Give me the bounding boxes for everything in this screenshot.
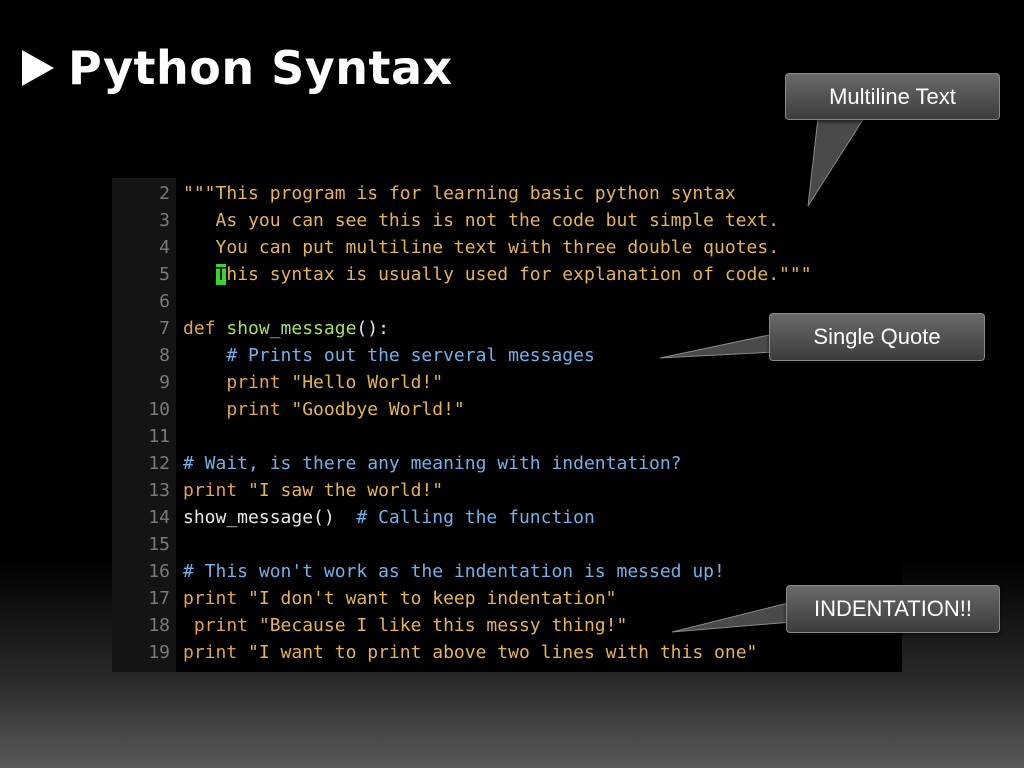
multiline-pointer xyxy=(807,117,865,207)
callout-multiline-text: Multiline Text xyxy=(785,73,1000,120)
indentation-pointer xyxy=(671,601,793,633)
callout-single-quote: Single Quote xyxy=(769,313,985,361)
single-quote-pointer xyxy=(659,333,775,359)
callout-indentation-label: INDENTATION!! xyxy=(813,596,973,621)
callout-single-quote-label: Single Quote xyxy=(813,324,941,349)
callout-indentation: INDENTATION!! xyxy=(786,585,1000,633)
callout-multiline-label: Multiline Text xyxy=(829,83,956,109)
